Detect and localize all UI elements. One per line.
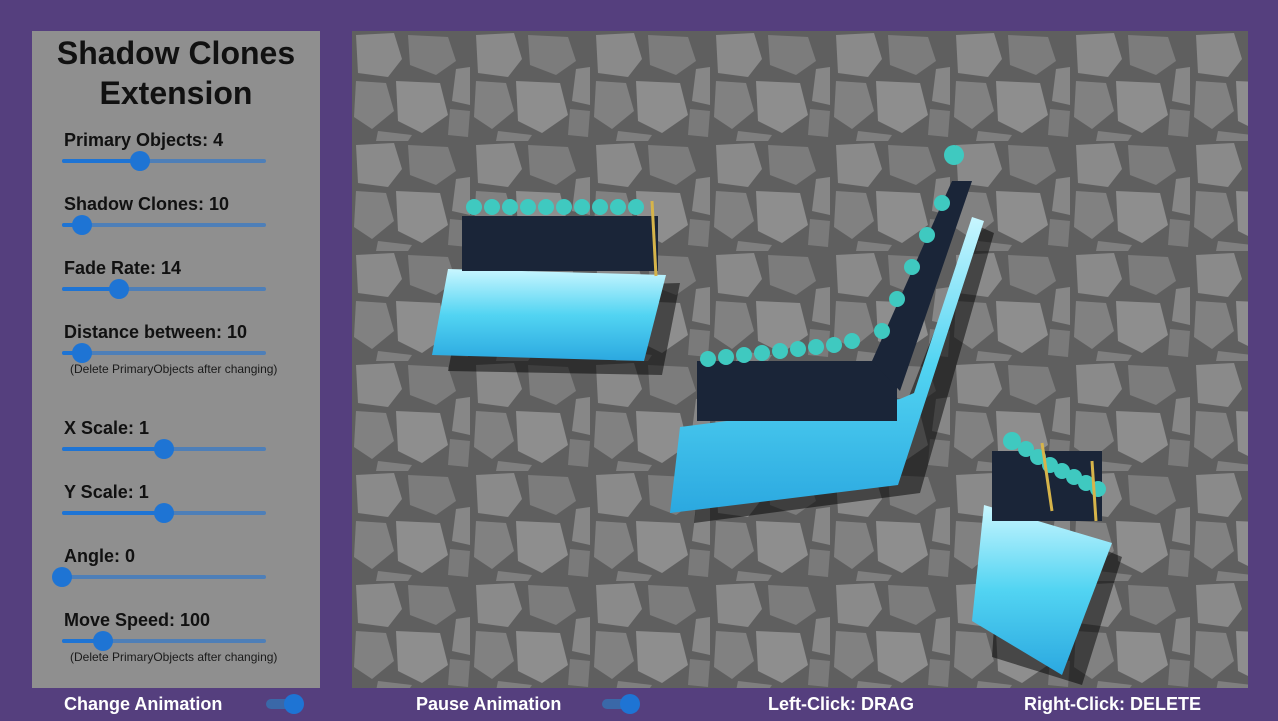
angle-label: Angle: 0 [64,546,136,566]
distance-between-slider[interactable] [62,343,266,363]
move-speed-slider[interactable] [62,631,266,651]
y-scale-label: Y Scale: 1 [64,482,149,502]
distance-between-label: Distance between: 10 [64,322,248,342]
game-stage[interactable] [352,31,1248,688]
change-animation-toggle[interactable] [266,694,304,714]
slider-thumb[interactable] [52,567,72,587]
angle-slider[interactable] [52,567,266,587]
right-click-hint: Right-Click: DELETE [1024,694,1202,714]
y-scale-slider[interactable] [62,503,266,523]
x-scale-slider[interactable] [62,439,266,459]
move-speed-label: Move Speed: 100 [64,610,211,630]
pause-animation-label: Pause Animation [416,694,562,714]
clone-bodies [697,361,897,421]
primary-objects-label: Primary Objects: 4 [64,130,224,150]
slider-thumb[interactable] [154,503,174,523]
x-scale-label: X Scale: 1 [64,418,150,438]
change-animation-label: Change Animation [64,694,223,714]
clone-group-1[interactable] [432,199,680,375]
fade-rate-slider[interactable] [62,279,266,299]
fade-rate-label: Fade Rate: 14 [64,258,182,278]
toggle-knob[interactable] [620,694,640,714]
footer-bar: Change Animation Pause Animation Left-Cl… [0,688,1278,721]
distance-note: (Delete PrimaryObjects after changing) [70,362,278,376]
shadow-clones-slider[interactable] [62,215,266,235]
panel-title-line2: Extension [99,75,253,111]
pause-animation-toggle[interactable] [602,694,640,714]
wave-wall [432,269,666,361]
primary-objects-slider[interactable] [62,151,266,171]
move-speed-note: (Delete PrimaryObjects after changing) [70,650,278,664]
control-panel: Shadow Clones Extension Primary Objects:… [32,31,320,688]
shadow-clones-label: Shadow Clones: 10 [64,194,230,214]
slider-thumb[interactable] [154,439,174,459]
slider-thumb[interactable] [72,215,93,235]
panel-title: Shadow Clones Extension [32,33,320,113]
clone-bodies [462,216,658,271]
left-click-hint: Left-Click: DRAG [768,694,915,714]
toggle-knob[interactable] [284,694,304,714]
slider-thumb[interactable] [109,279,130,299]
slider-thumb[interactable] [92,631,113,651]
slider-thumb[interactable] [129,151,150,171]
stage-canvas[interactable] [352,31,1248,688]
panel-title-line1: Shadow Clones [56,35,296,71]
slider-thumb[interactable] [72,343,93,363]
